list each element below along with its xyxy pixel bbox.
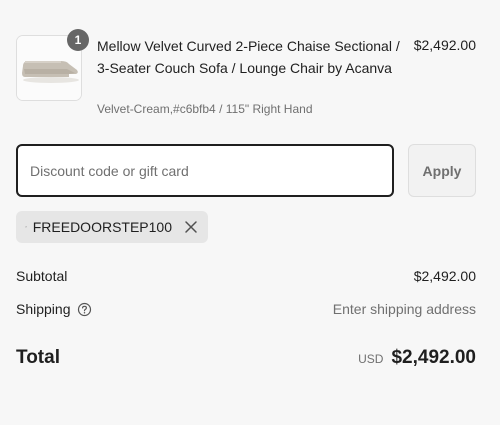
total-amount-group: USD $2,492.00 <box>358 347 476 369</box>
tag-icon <box>25 226 27 228</box>
shipping-row: Shipping Enter shipping address <box>16 298 476 320</box>
total-row: Total USD $2,492.00 <box>16 343 476 373</box>
subtotal-row: Subtotal $2,492.00 <box>16 265 476 287</box>
total-value: $2,492.00 <box>391 347 476 368</box>
applied-discount-tag: FREEDOORSTEP100 <box>16 211 208 243</box>
product-price: $2,492.00 <box>413 37 476 53</box>
product-title: Mellow Velvet Curved 2-Piece Chaise Sect… <box>97 38 400 76</box>
question-circle-icon[interactable] <box>77 302 92 317</box>
discount-code-label: FREEDOORSTEP100 <box>32 219 172 235</box>
apply-button[interactable]: Apply <box>408 144 476 197</box>
shipping-value: Enter shipping address <box>332 301 476 317</box>
currency-code: USD <box>358 352 384 366</box>
line-item: 1 Mellow Velvet Curved 2-Piece Chaise Se… <box>16 29 476 125</box>
subtotal-value: $2,492.00 <box>413 268 476 284</box>
close-icon <box>185 221 197 233</box>
product-variant: Velvet-Cream,#c6bfb4 / 115" Right Hand <box>97 102 313 116</box>
subtotal-label: Subtotal <box>16 268 68 284</box>
remove-discount-button[interactable] <box>182 218 200 236</box>
discount-code-input[interactable] <box>16 144 394 197</box>
total-label: Total <box>16 347 60 368</box>
shipping-label: Shipping <box>16 301 71 317</box>
shipping-label-group: Shipping <box>16 301 92 317</box>
quantity-badge: 1 <box>67 29 89 51</box>
